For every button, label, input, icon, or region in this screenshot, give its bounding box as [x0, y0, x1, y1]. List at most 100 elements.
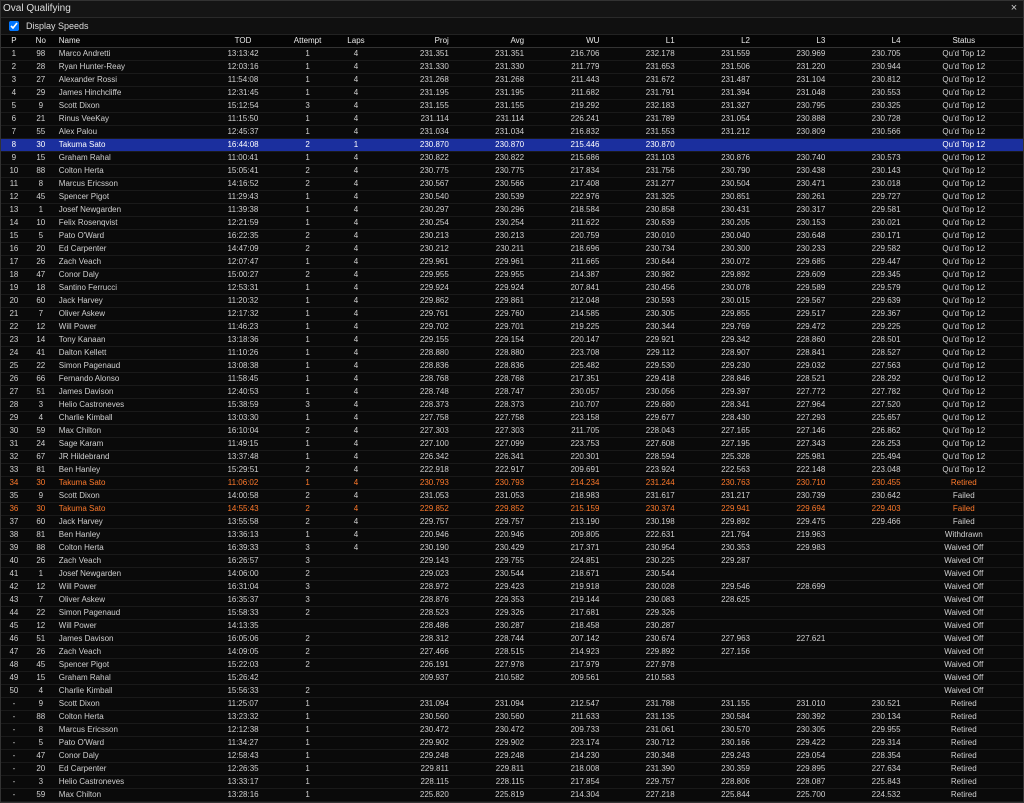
- table-row[interactable]: 3124Sage Karam11:49:1514227.100227.09922…: [1, 438, 1023, 451]
- cell-p: 38: [1, 529, 27, 542]
- table-row[interactable]: 1918Santino Ferrucci12:53:3114229.924229…: [1, 282, 1023, 295]
- table-row[interactable]: -8Marcus Ericsson12:12:381230.472230.472…: [1, 724, 1023, 737]
- cell-wu: 217.371: [528, 542, 603, 555]
- table-row[interactable]: -3Helio Castroneves13:33:171228.115228.1…: [1, 776, 1023, 789]
- table-row[interactable]: 1410Felix Rosenqvist12:21:5914230.254230…: [1, 217, 1023, 230]
- cell-tod: 13:23:32: [205, 711, 280, 724]
- table-row[interactable]: 59Scott Dixon15:12:5434231.155231.155219…: [1, 100, 1023, 113]
- table-row[interactable]: 4422Simon Pagenaud15:58:332228.523229.32…: [1, 607, 1023, 620]
- table-row[interactable]: -9Scott Dixon11:25:071231.094231.094212.…: [1, 698, 1023, 711]
- table-row[interactable]: 155Pato O'Ward16:22:3524230.213230.21322…: [1, 230, 1023, 243]
- col-tod[interactable]: TOD: [205, 35, 280, 48]
- cell-p: 48: [1, 659, 27, 672]
- cell-att: 3: [281, 100, 335, 113]
- cell-l4: 229.314: [829, 737, 904, 750]
- table-row[interactable]: 411Josef Newgarden14:06:002229.023230.54…: [1, 568, 1023, 581]
- table-row[interactable]: 3988Colton Herta16:39:3334230.190230.429…: [1, 542, 1023, 555]
- table-row[interactable]: 755Alex Palou12:45:3714231.034231.034216…: [1, 126, 1023, 139]
- table-row[interactable]: 429James Hinchcliffe12:31:4514231.195231…: [1, 87, 1023, 100]
- cell-status: Waived Off: [905, 646, 1023, 659]
- table-row[interactable]: -47Conor Daly12:58:431229.248229.248214.…: [1, 750, 1023, 763]
- close-icon[interactable]: ×: [1007, 2, 1021, 16]
- cell-proj: 231.094: [378, 698, 453, 711]
- table-row[interactable]: 915Graham Rahal11:00:4114230.822230.8222…: [1, 152, 1023, 165]
- table-row[interactable]: 3881Ben Hanley13:36:1314220.946220.94620…: [1, 529, 1023, 542]
- table-row[interactable]: 2314Tony Kanaan13:18:3614229.155229.1542…: [1, 334, 1023, 347]
- cell-proj: 230.190: [378, 542, 453, 555]
- table-row[interactable]: 1245Spencer Pigot11:29:4314230.540230.53…: [1, 191, 1023, 204]
- col-status[interactable]: Status: [905, 35, 1023, 48]
- cell-avg: 230.539: [453, 191, 528, 204]
- table-row[interactable]: -5Pato O'Ward11:34:271229.902229.902223.…: [1, 737, 1023, 750]
- col-p[interactable]: P: [1, 35, 27, 48]
- titlebar[interactable]: Oval Qualifying ×: [1, 1, 1023, 18]
- table-row[interactable]: 4512Will Power14:13:35228.486230.287218.…: [1, 620, 1023, 633]
- cell-l2: 228.846: [679, 373, 754, 386]
- col-no[interactable]: No: [27, 35, 55, 48]
- cell-l4: [829, 581, 904, 594]
- cell-name: Helio Castroneves: [55, 776, 206, 789]
- col-attempt[interactable]: Attempt: [281, 35, 335, 48]
- col-l3[interactable]: L3: [754, 35, 829, 48]
- col-proj[interactable]: Proj: [378, 35, 453, 48]
- table-row[interactable]: 504Charlie Kimball15:56:332Waived Off: [1, 685, 1023, 698]
- col-l2[interactable]: L2: [679, 35, 754, 48]
- table-row[interactable]: -88Colton Herta13:23:321230.560230.56021…: [1, 711, 1023, 724]
- table-row[interactable]: 4845Spencer Pigot15:22:032226.191227.978…: [1, 659, 1023, 672]
- col-wu[interactable]: WU: [528, 35, 603, 48]
- cell-proj: 229.761: [378, 308, 453, 321]
- table-row[interactable]: 118Marcus Ericsson14:16:5224230.567230.5…: [1, 178, 1023, 191]
- table-row[interactable]: 228Ryan Hunter-Reay12:03:1614231.330231.…: [1, 61, 1023, 74]
- table-row[interactable]: 2060Jack Harvey11:20:3214229.862229.8612…: [1, 295, 1023, 308]
- table-row[interactable]: 198Marco Andretti13:13:4214231.351231.35…: [1, 48, 1023, 61]
- table-row[interactable]: 4726Zach Veach14:09:052227.466228.515214…: [1, 646, 1023, 659]
- cell-status: Qu'd Top 12: [905, 217, 1023, 230]
- table-row[interactable]: -20Ed Carpenter12:26:351229.811229.81121…: [1, 763, 1023, 776]
- table-row[interactable]: 621Rinus VeeKay11:15:5014231.114231.1142…: [1, 113, 1023, 126]
- table-row[interactable]: 1620Ed Carpenter14:47:0924230.212230.211…: [1, 243, 1023, 256]
- display-speeds-label[interactable]: Display Speeds: [26, 20, 89, 32]
- table-row[interactable]: 3059Max Chilton16:10:0424227.303227.3032…: [1, 425, 1023, 438]
- table-row[interactable]: 1088Colton Herta15:05:4124230.775230.775…: [1, 165, 1023, 178]
- display-speeds-checkbox[interactable]: [9, 21, 19, 31]
- cell-status: Qu'd Top 12: [905, 165, 1023, 178]
- table-row[interactable]: 217Oliver Askew12:17:3214229.761229.7602…: [1, 308, 1023, 321]
- cell-name: Scott Dixon: [55, 100, 206, 113]
- table-row[interactable]: 3760Jack Harvey13:55:5824229.757229.7572…: [1, 516, 1023, 529]
- table-row[interactable]: 2522Simon Pagenaud13:08:3814228.836228.8…: [1, 360, 1023, 373]
- table-row[interactable]: -59Max Chilton13:28:161225.820225.819214…: [1, 789, 1023, 802]
- table-row[interactable]: 4026Zach Veach16:26:573229.143229.755224…: [1, 555, 1023, 568]
- table-row[interactable]: 4915Graham Rahal15:26:42209.937210.58220…: [1, 672, 1023, 685]
- col-avg[interactable]: Avg: [453, 35, 528, 48]
- table-row[interactable]: 294Charlie Kimball13:03:3014227.758227.7…: [1, 412, 1023, 425]
- cell-laps: 4: [334, 451, 377, 464]
- col-l4[interactable]: L4: [829, 35, 904, 48]
- table-row[interactable]: 4212Will Power16:31:043228.972229.423219…: [1, 581, 1023, 594]
- table-row[interactable]: 1726Zach Veach12:07:4714229.961229.96121…: [1, 256, 1023, 269]
- table-row[interactable]: 3630Takuma Sato14:55:4324229.852229.8522…: [1, 503, 1023, 516]
- col-laps[interactable]: Laps: [334, 35, 377, 48]
- cell-laps: 4: [334, 243, 377, 256]
- cell-name: Ed Carpenter: [55, 243, 206, 256]
- table-row[interactable]: 1847Conor Daly15:00:2724229.955229.95521…: [1, 269, 1023, 282]
- table-row[interactable]: 830Takuma Sato16:44:0821230.870230.87021…: [1, 139, 1023, 152]
- table-row[interactable]: 4651James Davison16:05:062228.312228.744…: [1, 633, 1023, 646]
- cell-l4: 230.171: [829, 230, 904, 243]
- cell-proj: 231.053: [378, 490, 453, 503]
- table-row[interactable]: 3381Ben Hanley15:29:5124222.918222.91720…: [1, 464, 1023, 477]
- col-name[interactable]: Name: [55, 35, 206, 48]
- table-row[interactable]: 3430Takuma Sato11:06:0214230.793230.7932…: [1, 477, 1023, 490]
- table-row[interactable]: 2666Fernando Alonso11:58:4514228.768228.…: [1, 373, 1023, 386]
- table-row[interactable]: 2751James Davison12:40:5314228.748228.74…: [1, 386, 1023, 399]
- table-row[interactable]: 327Alexander Rossi11:54:0814231.268231.2…: [1, 74, 1023, 87]
- table-row[interactable]: 359Scott Dixon14:00:5824231.053231.05321…: [1, 490, 1023, 503]
- table-row[interactable]: 3267JR Hildebrand13:37:4814226.342226.34…: [1, 451, 1023, 464]
- table-row[interactable]: 437Oliver Askew16:35:373228.876229.35321…: [1, 594, 1023, 607]
- cell-p: 46: [1, 633, 27, 646]
- table-row[interactable]: 2441Dalton Kellett11:10:2614228.880228.8…: [1, 347, 1023, 360]
- table-row[interactable]: 131Josef Newgarden11:39:3814230.297230.2…: [1, 204, 1023, 217]
- col-l1[interactable]: L1: [603, 35, 678, 48]
- cell-no: 24: [27, 438, 55, 451]
- table-row[interactable]: 283Helio Castroneves15:38:5934228.373228…: [1, 399, 1023, 412]
- table-row[interactable]: 2212Will Power11:46:2314229.702229.70121…: [1, 321, 1023, 334]
